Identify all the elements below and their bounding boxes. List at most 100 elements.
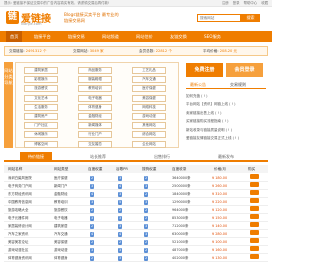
site-name-link[interactable]: 美容美发论坛 (8, 238, 28, 246)
cart-icon[interactable] (250, 206, 259, 211)
site-name-link[interactable]: 电子商务门户网 (8, 182, 32, 190)
site-name-link[interactable]: 体育健身资讯网 (8, 254, 32, 262)
google-pr: 4 (118, 231, 123, 237)
category-link[interactable]: 旅游餐饮 (24, 85, 58, 93)
col-index: 百度收录 (172, 167, 187, 171)
category-link[interactable]: 电子电器 (78, 94, 112, 102)
baidu-rank: 3 (90, 247, 95, 253)
baidu-index: 1840000条 (172, 192, 191, 196)
category-link[interactable]: 体育健身 (78, 103, 112, 111)
search-input[interactable] (197, 14, 241, 22)
site-name-link[interactable]: 游戏动漫社区 (8, 246, 28, 254)
category-link[interactable]: 影视娱乐 (24, 76, 58, 84)
site-name-link[interactable]: 深圳白癜风医院 (8, 174, 32, 182)
cart-icon[interactable] (250, 254, 259, 259)
cart-icon[interactable] (250, 190, 259, 195)
category-link[interactable]: 其他网站 (132, 122, 166, 130)
category-link[interactable]: 工艺礼品 (132, 67, 166, 74)
login-link[interactable]: 登录 (233, 1, 240, 5)
site-name-link[interactable]: 汽车之家资讯 (8, 230, 28, 238)
category-link[interactable]: 美容保健 (132, 94, 166, 102)
category-link[interactable]: 金融财经 (78, 113, 112, 120)
cart-icon[interactable] (250, 182, 259, 187)
category-link[interactable]: 建筑房产 (24, 113, 58, 120)
cart-icon[interactable] (250, 222, 259, 227)
site-name-link[interactable]: 中国教育信息网 (8, 198, 32, 206)
category-link[interactable]: 汽车交通 (132, 76, 166, 84)
col-type: 网站类型 (54, 167, 69, 171)
category-link[interactable]: 建筑家居 (24, 67, 58, 74)
tab-latest[interactable]: 最新发布 (218, 152, 234, 162)
price-value: ¥ 100.00 (212, 240, 228, 244)
tab-rules[interactable]: 交易规则 (230, 80, 246, 89)
login-button[interactable]: 会员登录 (226, 63, 263, 77)
nav-home[interactable]: 首页 (6, 31, 23, 42)
category-link[interactable]: 商品服务 (78, 67, 112, 74)
category-link[interactable]: 交友婚恋 (78, 140, 112, 148)
category-link[interactable]: 文化艺术 (24, 94, 58, 102)
register-button[interactable]: 免费注册 (186, 63, 223, 77)
site-name-link[interactable]: 旅游攻略大全 (8, 206, 28, 214)
logo-icon[interactable]: 链 (6, 11, 19, 24)
category-link[interactable]: 网络科技 (132, 103, 166, 111)
site-type: 美容保健 (54, 240, 68, 244)
site-name-link[interactable]: 电子元器件网 (8, 214, 28, 222)
google-pr: 5 (118, 199, 123, 205)
sogou-rank: 2 (144, 247, 149, 253)
listing-tabs: 待价链接 站长推荐 出售排行 最新发布 (4, 152, 268, 162)
google-pr: 3 (118, 223, 123, 229)
category-link[interactable]: 游戏动漫 (132, 113, 166, 120)
nav-seo[interactable]: SEO服务 (204, 31, 221, 42)
news-item[interactable]: 爱链接友情链接交易正式上线 ( ! ) (186, 134, 266, 142)
google-pr: 3 (118, 215, 123, 221)
nav-channel[interactable]: 网站频道 (102, 31, 119, 42)
category-link[interactable]: 门户社区 (24, 122, 58, 130)
category-link[interactable]: 博客空间 (24, 140, 58, 148)
tab-pending[interactable]: 待价链接 (20, 152, 52, 162)
price-value: ¥ 120.00 (212, 208, 228, 212)
news-item[interactable]: 平台网站【资讯】网链上线 ( ! ) (186, 100, 266, 108)
baidu-rank: 2 (90, 255, 95, 261)
baidu-index: 3640000条 (172, 176, 191, 180)
sogou-rank: 2 (144, 215, 149, 221)
stat-members: 会员总数: 22812 个 (139, 49, 172, 53)
category-link[interactable]: 服装鞋帽 (78, 76, 112, 84)
baidu-rank: 2 (90, 239, 95, 245)
cart-icon[interactable] (250, 214, 259, 219)
site-name-link[interactable]: 家居装修设计网 (8, 222, 32, 230)
cart-icon[interactable] (250, 230, 259, 235)
nav-platform[interactable]: 链接平台 (34, 31, 51, 42)
nav-valuation[interactable]: 网站估价 (136, 31, 153, 42)
category-link[interactable]: 新闻媒体 (78, 122, 112, 130)
stat-price: 平均价格: 208.20 元 (203, 49, 238, 53)
category-link[interactable]: 休闲娱乐 (24, 131, 58, 139)
register-link[interactable]: 注册 (222, 1, 229, 5)
tab-ranking[interactable]: 出售排行 (154, 152, 170, 162)
news-item[interactable]: 卖家链接出售上线 ( ! ) (186, 109, 266, 117)
category-link[interactable]: 医疗保健 (132, 85, 166, 93)
cart-icon[interactable] (250, 238, 259, 243)
cart-icon[interactable] (250, 246, 259, 251)
news-item[interactable]: 如何充值 ( ! ) (186, 92, 266, 100)
cart-icon[interactable] (250, 198, 259, 203)
category-grid: 建筑家居 商品服务 工艺礼品影视娱乐 服装鞋帽 汽车交通旅游餐饮 教育培训 医疗保健文化艺术… (15, 62, 179, 148)
baidu-index: 1290000条 (172, 200, 191, 204)
site-name-link[interactable]: 东方财经资讯网 (8, 190, 32, 198)
category-link[interactable]: 教育培训 (78, 85, 112, 93)
nav-trade[interactable]: 链接交易 (68, 31, 85, 42)
price-value: ¥ 160.00 (212, 248, 228, 252)
news-item[interactable]: 买家链接购买流程指南 ( ! ) (186, 117, 266, 125)
tab-notices[interactable]: 最新公告 (190, 80, 206, 89)
news-item[interactable]: 新站收录与链接质量说明 ( ! ) (186, 126, 266, 134)
category-link[interactable]: 行业门户 (78, 131, 112, 139)
category-link[interactable]: 综合网站 (132, 131, 166, 139)
help-link[interactable]: 帮助中心 (244, 1, 258, 5)
favorite-link[interactable]: 收藏 (261, 1, 268, 5)
category-link[interactable]: 企业网站 (132, 140, 166, 148)
search-button[interactable]: 搜索 (241, 14, 260, 22)
cart-icon[interactable] (250, 174, 259, 179)
nav-exchange[interactable]: 友链交换 (170, 31, 187, 42)
top-bar: 提示: 爱链接不保证交易中的广告内容真实有效，请谨慎交易后再付款! 注册 登录 … (0, 0, 272, 7)
tab-recommend[interactable]: 站长推荐 (90, 152, 106, 162)
category-link[interactable]: 生活服务 (24, 103, 58, 111)
